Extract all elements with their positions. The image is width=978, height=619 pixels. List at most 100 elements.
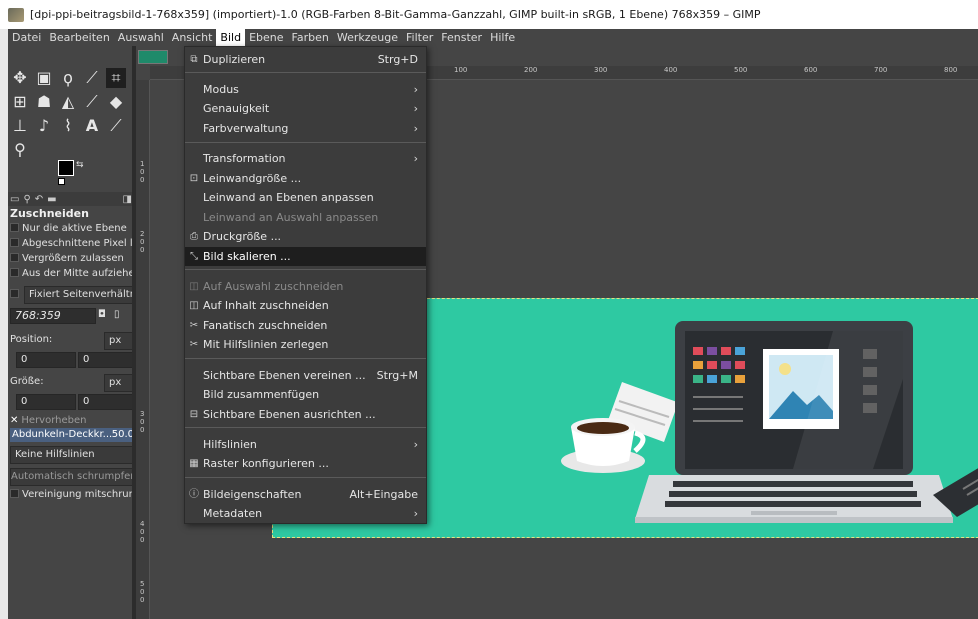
menu-item-hilfslinien[interactable]: Hilfslinien ›	[185, 435, 426, 454]
lasso-tool-icon[interactable]: ϙ	[58, 68, 78, 88]
menu-item-raster[interactable]: ▦ Raster konfigurieren ...	[185, 454, 426, 473]
opt-active-layer[interactable]: Nur die aktive Ebene	[10, 222, 127, 236]
darken-label: Abdunkeln-Deckkr...	[12, 429, 113, 440]
panel-menu-icon[interactable]: ◨	[123, 194, 132, 205]
zoom-tool-icon[interactable]: ⚲	[10, 140, 30, 160]
size-y-input[interactable]: 0	[78, 394, 136, 410]
opt-allow-grow[interactable]: Vergrößern zulassen	[10, 252, 124, 266]
menu-item-zusammenfuegen[interactable]: Bild zusammenfügen	[185, 385, 426, 404]
menu-item-genauigkeit[interactable]: Genauigkeit ›	[185, 99, 426, 118]
portrait-icon[interactable]: ▯	[114, 309, 120, 320]
ruler-tick: 500	[734, 66, 748, 74]
menu-farben[interactable]: Farben	[288, 29, 333, 46]
menu-hilfe[interactable]: Hilfe	[486, 29, 519, 46]
menu-item-leinwand-ebenen[interactable]: Leinwand an Ebenen anpassen	[185, 188, 426, 207]
size-x-input[interactable]: 0	[16, 394, 76, 410]
title-bar: [dpi-ppi-beitragsbild-1-768x359] (import…	[0, 0, 978, 29]
color-picker-tool-icon[interactable]: ⟋	[106, 116, 126, 136]
menu-item-transformation[interactable]: Transformation ›	[185, 149, 426, 168]
reset-colors-icon[interactable]	[58, 178, 65, 185]
aspect-ratio-input[interactable]: 768:359	[10, 308, 96, 324]
menu-bearbeiten[interactable]: Bearbeiten	[45, 29, 113, 46]
tool-options-tab-icon[interactable]: ▭	[10, 194, 19, 205]
menu-item-metadaten[interactable]: Metadaten ›	[185, 504, 426, 523]
undo-history-tab-icon[interactable]: ↶	[35, 194, 43, 205]
menu-separator	[185, 142, 426, 143]
menu-werkzeuge[interactable]: Werkzeuge	[333, 29, 402, 46]
opt-delete-pixels-label: Abgeschnittene Pixel lösch	[22, 238, 136, 249]
menu-item-druckgroesse[interactable]: ⎙ Druckgröße ...	[185, 227, 426, 246]
position-y-input[interactable]: 0	[78, 352, 136, 368]
menu-fenster[interactable]: Fenster	[437, 29, 486, 46]
menu-bild[interactable]: Bild	[216, 29, 246, 46]
menu-item-label: Auf Auswahl zuschneiden	[203, 280, 344, 293]
menu-item-leinwandgroesse[interactable]: ⊡ Leinwandgröße ...	[185, 169, 426, 188]
menu-bar: Datei Bearbeiten Auswahl Ansicht Bild Eb…	[8, 29, 978, 46]
menu-item-bild-skalieren[interactable]: ⤡ Bild skalieren ...	[185, 247, 426, 266]
menu-separator	[185, 269, 426, 270]
menu-item-duplizieren[interactable]: ⧉ Duplizieren Strg+D	[185, 50, 426, 69]
eraser-tool-icon[interactable]: ◆	[106, 92, 126, 112]
menu-item-bildeigenschaften[interactable]: ⓘ Bildeigenschaften Alt+Eingabe	[185, 485, 426, 504]
ruler-tick: 700	[874, 66, 888, 74]
menu-item-auf-auswahl[interactable]: ◫ Auf Auswahl zuschneiden	[185, 277, 426, 296]
ruler-tick: 0	[140, 596, 145, 604]
fixed-aspect-dropdown[interactable]: Fixiert Seitenverhältnis	[24, 286, 136, 304]
size-label: Größe:	[10, 376, 44, 387]
move-tool-icon[interactable]: ✥	[10, 68, 30, 88]
menu-item-modus[interactable]: Modus ›	[185, 80, 426, 99]
swap-orientation-icon[interactable]: ◘	[98, 309, 106, 320]
opt-merge-shrink[interactable]: Vereinigung mitschrumpfe	[10, 488, 136, 502]
darken-opacity-slider[interactable]: Abdunkeln-Deckkr... 50.0	[10, 428, 136, 442]
position-x-input[interactable]: 0	[16, 352, 76, 368]
device-status-tab-icon[interactable]: ⚲	[23, 194, 30, 205]
clone-tool-icon[interactable]: ⊥	[10, 116, 30, 136]
opt-from-center[interactable]: Aus der Mitte aufziehen	[10, 267, 136, 281]
menu-item-label: Duplizieren	[203, 53, 266, 66]
paths-tool-icon[interactable]: ⌇	[58, 116, 78, 136]
menu-datei[interactable]: Datei	[8, 29, 45, 46]
bucket-fill-tool-icon[interactable]: ◭	[58, 92, 78, 112]
opt-merge-shrink-label: Vereinigung mitschrumpfe	[22, 489, 136, 500]
ruler-tick: 300	[594, 66, 608, 74]
paintbrush-tool-icon[interactable]: ⟋	[82, 92, 102, 112]
auto-shrink-button[interactable]: Automatisch schrumpfen	[10, 468, 136, 486]
menu-item-fanatisch[interactable]: ✂ Fanatisch zuschneiden	[185, 316, 426, 335]
images-tab-icon[interactable]: ▬	[47, 194, 56, 205]
menu-auswahl[interactable]: Auswahl	[114, 29, 168, 46]
menu-ebene[interactable]: Ebene	[245, 29, 287, 46]
image-tab-thumbnail[interactable]	[138, 50, 168, 64]
fuzzy-select-tool-icon[interactable]: ⟋	[82, 68, 102, 88]
menu-ansicht[interactable]: Ansicht	[168, 29, 217, 46]
checkbox-icon	[10, 253, 19, 262]
rect-select-tool-icon[interactable]: ▣	[34, 68, 54, 88]
warp-tool-icon[interactable]: ☗	[34, 92, 54, 112]
shortcut-label: Strg+D	[377, 53, 418, 66]
opt-highlight[interactable]: ✕ Hervorheben	[10, 414, 86, 428]
unified-transform-tool-icon[interactable]: ⊞	[10, 92, 30, 112]
crop-tool-icon[interactable]: ⌗	[106, 68, 126, 88]
menu-item-ebenen-ausrichten[interactable]: ⊟ Sichtbare Ebenen ausrichten ...	[185, 405, 426, 424]
checkbox-icon	[10, 489, 19, 498]
submenu-arrow-icon: ›	[413, 438, 418, 451]
color-swatches[interactable]: ⇆	[58, 160, 88, 188]
guides-select[interactable]: Keine Hilfslinien	[10, 446, 136, 464]
foreground-color[interactable]	[58, 160, 74, 176]
opt-delete-pixels[interactable]: Abgeschnittene Pixel lösch	[10, 237, 136, 251]
tool-options-tabs: ▭ ⚲ ↶ ▬ ◨	[8, 192, 136, 206]
shortcut-label: Strg+M	[376, 369, 418, 382]
menu-item-ebenen-vereinen[interactable]: Sichtbare Ebenen vereinen ... Strg+M	[185, 366, 426, 385]
menu-item-label: Druckgröße ...	[203, 230, 282, 243]
ruler-tick: 5	[140, 580, 145, 588]
menu-item-auf-inhalt[interactable]: ◫ Auf Inhalt zuschneiden	[185, 296, 426, 315]
menu-item-leinwand-auswahl[interactable]: Leinwand an Auswahl anpassen	[185, 208, 426, 227]
ruler-tick: 0	[140, 238, 145, 246]
menu-item-hilfslinien-zerlegen[interactable]: ✂ Mit Hilfslinien zerlegen	[185, 335, 426, 354]
menu-item-farbverwaltung[interactable]: Farbverwaltung ›	[185, 119, 426, 138]
swap-colors-icon[interactable]: ⇆	[76, 160, 84, 170]
smudge-tool-icon[interactable]: ♪	[34, 116, 54, 136]
fixed-checkbox[interactable]	[10, 288, 22, 302]
laptop-icon	[675, 321, 913, 475]
text-tool-icon[interactable]: A	[82, 116, 102, 136]
menu-filter[interactable]: Filter	[402, 29, 437, 46]
